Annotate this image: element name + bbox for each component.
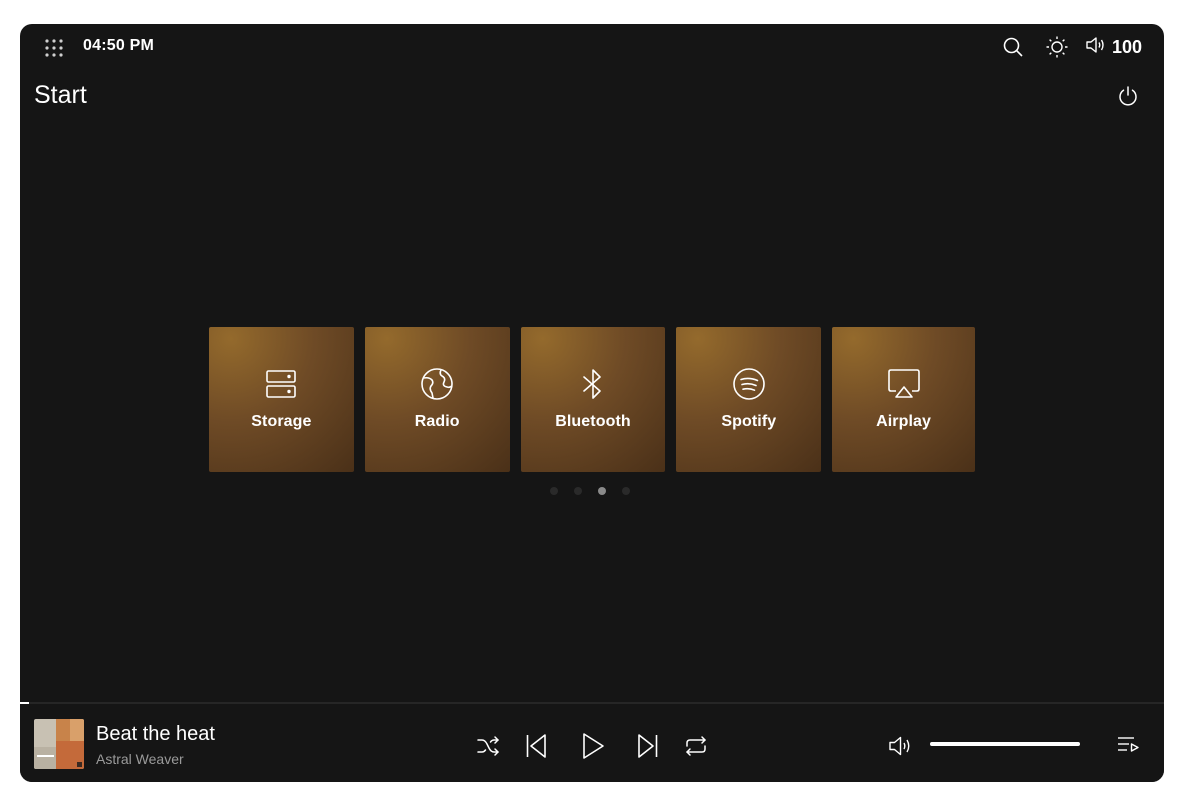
- power-icon[interactable]: [1116, 84, 1140, 108]
- storage-icon: [264, 367, 298, 401]
- player-volume-icon[interactable]: [888, 734, 914, 758]
- next-icon[interactable]: [635, 732, 661, 760]
- playback-controls: [475, 730, 709, 762]
- track-progress[interactable]: [20, 702, 1164, 704]
- page-dot[interactable]: [622, 487, 630, 495]
- page-title: Start: [34, 81, 87, 109]
- player-bar: Beat the heat Astral Weaver: [20, 702, 1164, 782]
- volume-icon: [1085, 35, 1107, 60]
- globe-icon: [420, 367, 454, 401]
- tile-storage[interactable]: Storage: [209, 327, 354, 472]
- page-dot[interactable]: [550, 487, 558, 495]
- tile-radio[interactable]: Radio: [364, 327, 510, 472]
- tile-label: Bluetooth: [555, 413, 631, 430]
- previous-icon[interactable]: [523, 732, 549, 760]
- tile-bluetooth[interactable]: Bluetooth: [520, 327, 666, 472]
- volume-slider[interactable]: [930, 742, 1080, 746]
- volume-status[interactable]: 100: [1085, 35, 1142, 60]
- album-art[interactable]: [34, 719, 84, 769]
- tile-label: Storage: [251, 413, 312, 430]
- tile-label: Airplay: [876, 413, 932, 430]
- brightness-icon[interactable]: [1045, 35, 1069, 59]
- shuffle-icon[interactable]: [475, 733, 501, 759]
- source-tiles: Storage Radio Bluetooth Spotify Airplay: [209, 327, 975, 472]
- spotify-icon: [732, 367, 766, 401]
- apps-grid-icon[interactable]: [44, 38, 64, 58]
- airplay-icon: [887, 367, 921, 401]
- search-icon[interactable]: [1001, 35, 1025, 59]
- tile-spotify[interactable]: Spotify: [676, 327, 822, 472]
- track-title: Beat the heat: [96, 723, 215, 745]
- clock: 04:50 PM: [83, 37, 154, 54]
- tile-airplay[interactable]: Airplay: [832, 327, 975, 472]
- status-controls: 100: [1001, 34, 1142, 60]
- volume-level: 100: [1111, 36, 1142, 57]
- track-progress-fill: [20, 702, 30, 704]
- tile-label: Radio: [414, 413, 460, 430]
- page-dot-active[interactable]: [598, 487, 606, 495]
- page-indicator: [550, 487, 630, 495]
- track-artist: Astral Weaver: [96, 751, 184, 767]
- repeat-icon[interactable]: [683, 733, 709, 759]
- music-player-app: 04:50 PM 100 Start Storage Radio Bluetoo…: [20, 24, 1164, 782]
- page-dot[interactable]: [574, 487, 582, 495]
- queue-icon[interactable]: [1116, 735, 1140, 757]
- play-icon[interactable]: [579, 731, 607, 761]
- bluetooth-icon: [576, 367, 610, 401]
- tile-label: Spotify: [721, 413, 777, 430]
- volume-slider-fill: [930, 742, 1080, 746]
- status-bar: 04:50 PM 100: [20, 24, 1164, 70]
